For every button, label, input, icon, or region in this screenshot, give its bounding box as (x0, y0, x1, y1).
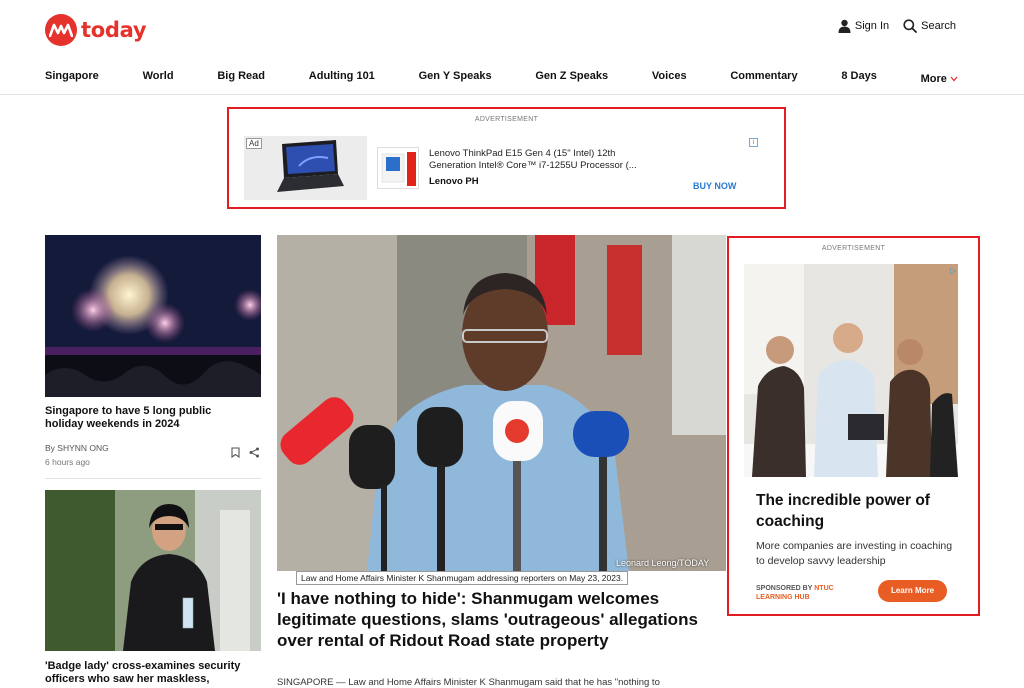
story-actions (231, 447, 260, 458)
ad-office-image[interactable] (744, 264, 958, 477)
story-title[interactable]: Singapore to have 5 long public holiday … (45, 405, 245, 431)
learn-more-button[interactable]: Learn More (878, 580, 947, 602)
ad-label: ADVERTISEMENT (474, 116, 539, 123)
woman-portrait-image (45, 490, 261, 651)
buy-now-button[interactable]: BUY NOW (693, 181, 736, 191)
ad-headline[interactable]: The incredible power of coaching (756, 490, 961, 532)
ad-sponsor: SPONSORED BY NTUC LEARNING HUB (756, 584, 866, 602)
main-story-headline[interactable]: 'I have nothing to hide': Shanmugam welc… (277, 588, 722, 651)
story-divider (45, 478, 261, 479)
site-logo[interactable]: today (45, 14, 147, 46)
nav-divider (0, 94, 1024, 95)
main-nav: Singapore World Big Read Adulting 101 Ge… (45, 70, 958, 88)
nav-item-commentary[interactable]: Commentary (730, 70, 797, 88)
team-celebration-image (744, 264, 958, 477)
nav-more-label: More (920, 73, 947, 85)
ad-logo-image[interactable] (377, 147, 419, 189)
story-title[interactable]: 'Badge lady' cross-examines security off… (45, 660, 255, 686)
ad-description[interactable]: Lenovo ThinkPad E15 Gen 4 (15" Intel) 12… (429, 148, 654, 172)
top-advertisement[interactable]: ADVERTISEMENT Ad Lenovo ThinkPad E15 Gen… (227, 107, 786, 209)
search-button[interactable]: Search (903, 19, 956, 33)
story-image-fireworks[interactable] (45, 235, 261, 397)
photo-caption: Law and Home Affairs Minister K Shanmuga… (296, 571, 629, 585)
story-image-badge-lady[interactable] (45, 490, 261, 651)
header-actions: Sign In Search (838, 19, 956, 33)
fireworks-image (45, 235, 261, 397)
nav-item-gen-y-speaks[interactable]: Gen Y Speaks (419, 70, 492, 88)
search-icon (903, 19, 918, 33)
nav-item-gen-z-speaks[interactable]: Gen Z Speaks (535, 70, 608, 88)
main-story-lede[interactable]: SINGAPORE — Law and Home Affairs Ministe… (277, 677, 722, 688)
sponsor-prefix: SPONSORED BY (756, 585, 813, 592)
ad-badge: Ad (246, 138, 262, 149)
ad-label: ADVERTISEMENT (821, 245, 886, 252)
nav-item-world[interactable]: World (143, 70, 174, 88)
laptop-image (277, 140, 344, 192)
nav-item-adulting-101[interactable]: Adulting 101 (309, 70, 375, 88)
bookmark-icon[interactable] (231, 447, 240, 458)
user-icon (838, 19, 851, 33)
nav-item-big-read[interactable]: Big Read (217, 70, 265, 88)
nav-item-voices[interactable]: Voices (652, 70, 687, 88)
main-story-image[interactable] (277, 235, 726, 571)
chevron-down-icon (950, 76, 958, 82)
nav-item-8-days[interactable]: 8 Days (841, 70, 876, 88)
lenovo-logo-icon (381, 152, 416, 186)
ad-product-image[interactable]: Ad (244, 136, 367, 200)
ad-choices-icon[interactable]: ▷ (950, 266, 956, 275)
sign-in-button[interactable]: Sign In (838, 19, 889, 33)
logo-wordmark: today (81, 18, 147, 42)
story-byline[interactable]: By SHYNN ONG (45, 443, 109, 453)
sign-in-label: Sign In (854, 20, 890, 32)
search-label: Search (921, 20, 956, 32)
nav-item-singapore[interactable]: Singapore (45, 70, 99, 88)
ad-advertiser[interactable]: Lenovo PH (429, 176, 479, 187)
nav-item-more[interactable]: More (921, 70, 958, 88)
photo-credit: Leonard Leong/TODAY (616, 558, 710, 568)
logo-mark-icon (45, 14, 77, 46)
share-icon[interactable] (249, 447, 260, 458)
story-timestamp: 6 hours ago (45, 457, 90, 467)
side-advertisement[interactable]: ADVERTISEMENT ▷ The incredible power of … (727, 236, 980, 616)
press-conference-image (277, 235, 726, 571)
ad-body-text[interactable]: More companies are investing in coaching… (756, 539, 961, 569)
ad-info-icon[interactable]: i (749, 138, 758, 147)
